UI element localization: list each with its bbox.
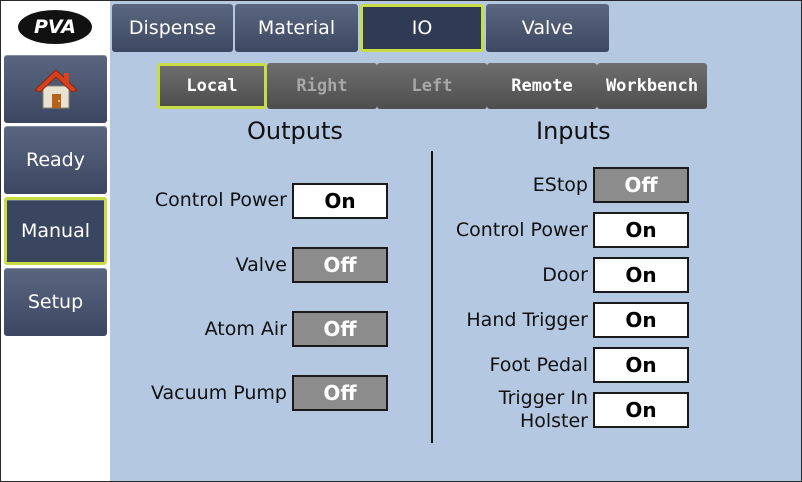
subtab-local-label: Local (186, 76, 238, 96)
output-vacuum-pump-label: Vacuum Pump (151, 382, 287, 404)
input-estop-indicator: Off (593, 167, 689, 203)
tab-valve-label: Valve (521, 17, 574, 39)
subtab-remote[interactable]: Remote (487, 63, 597, 109)
input-trigger-in-holster-label-line1: Trigger In (498, 387, 588, 409)
output-valve-label: Valve (235, 254, 287, 276)
input-control-power-indicator: On (593, 212, 689, 248)
subtab-remote-label: Remote (511, 76, 573, 96)
subtab-left: Left (377, 63, 487, 109)
output-atom-air-label: Atom Air (204, 318, 287, 340)
input-trigger-in-holster-label: Trigger In Holster (421, 387, 588, 433)
input-hand-trigger-indicator: On (593, 302, 689, 338)
pva-logo: PVA (18, 10, 92, 44)
input-estop-label: EStop (532, 174, 588, 196)
subtab-workbench[interactable]: Workbench (597, 63, 707, 109)
tab-io[interactable]: IO (360, 4, 484, 52)
sidebar-item-ready-label: Ready (26, 149, 85, 171)
inputs-heading: Inputs (536, 117, 611, 145)
sidebar-item-manual[interactable]: Manual (4, 197, 107, 265)
input-control-power-label: Control Power (455, 219, 588, 241)
logo-text: PVA (33, 16, 77, 38)
output-atom-air-toggle[interactable]: Off (292, 311, 388, 347)
subtab-workbench-label: Workbench (605, 76, 699, 96)
subtab-right: Right (267, 63, 377, 109)
tab-io-label: IO (411, 17, 433, 39)
subtab-left-label: Left (411, 76, 453, 96)
sidebar-item-setup[interactable]: Setup (4, 268, 107, 336)
output-vacuum-pump-toggle[interactable]: Off (292, 375, 388, 411)
tab-material[interactable]: Material (235, 4, 358, 52)
input-door-indicator: On (593, 257, 689, 293)
output-valve-toggle[interactable]: Off (292, 247, 388, 283)
sidebar-item-setup-label: Setup (27, 291, 84, 313)
input-door-label: Door (542, 264, 588, 286)
input-foot-pedal-label: Foot Pedal (489, 354, 588, 376)
subtab-local[interactable]: Local (157, 63, 267, 109)
home-button[interactable] (4, 55, 107, 123)
sidebar-item-ready[interactable]: Ready (4, 126, 107, 194)
top-tab-bar: Dispense Material IO Valve (110, 1, 801, 53)
input-trigger-in-holster-indicator: On (593, 392, 689, 428)
input-foot-pedal-indicator: On (593, 347, 689, 383)
output-control-power-label: Control Power (154, 189, 287, 211)
app-window: PVA Dispense Material IO Valve Ready Man… (0, 0, 802, 482)
home-icon (33, 69, 78, 109)
subtab-right-label: Right (296, 76, 348, 96)
outputs-heading: Outputs (247, 117, 343, 145)
tab-material-label: Material (257, 17, 336, 39)
input-trigger-in-holster-label-line2: Holster (519, 410, 588, 432)
tab-valve[interactable]: Valve (486, 4, 609, 52)
input-hand-trigger-label: Hand Trigger (466, 309, 588, 331)
sidebar-item-manual-label: Manual (20, 220, 91, 242)
tab-dispense[interactable]: Dispense (112, 4, 233, 52)
output-control-power-toggle[interactable]: On (292, 183, 388, 219)
tab-dispense-label: Dispense (128, 17, 217, 39)
